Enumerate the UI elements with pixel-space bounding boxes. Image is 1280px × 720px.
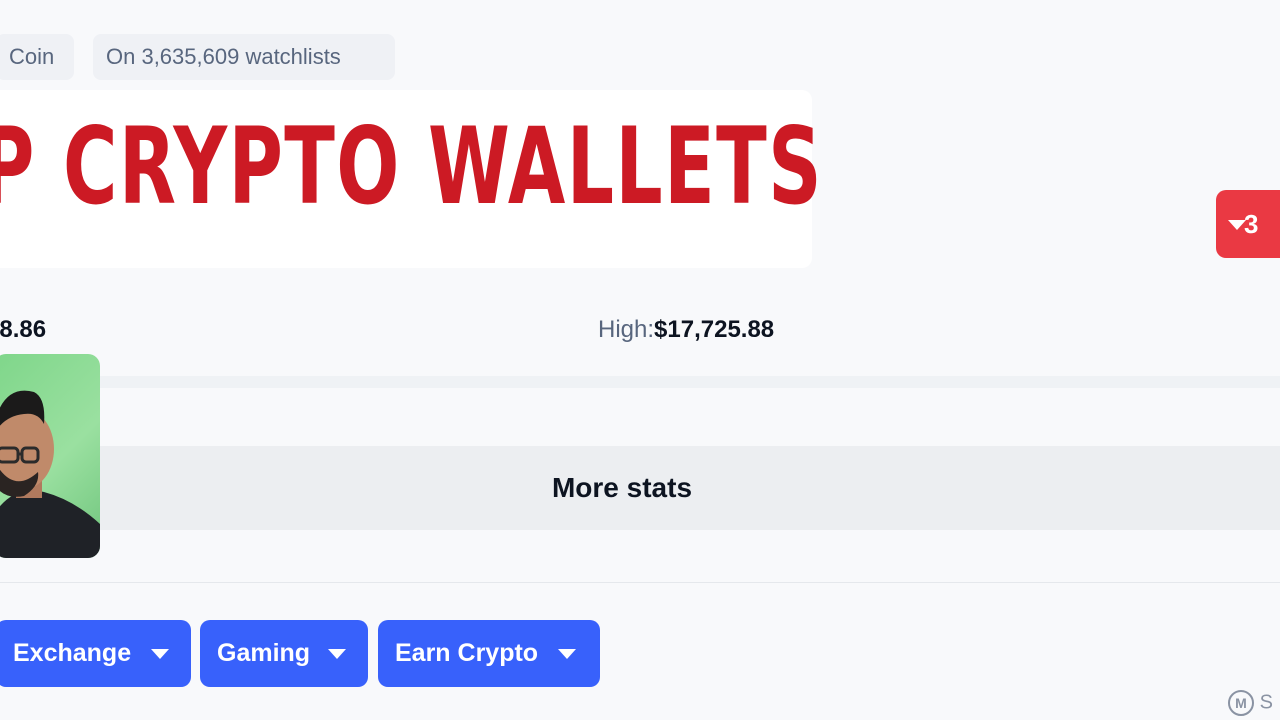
presenter-image xyxy=(0,390,100,558)
high-price-label: High: xyxy=(598,316,655,343)
webcam-overlay xyxy=(0,354,100,558)
chevron-down-icon xyxy=(151,649,169,659)
category-gaming-label: Gaming xyxy=(217,639,311,667)
category-earn-crypto-label: Earn Crypto xyxy=(395,639,539,667)
category-exchange-label: Exchange xyxy=(13,639,132,667)
video-title-text: P CRYPTO WALLETS xyxy=(0,105,824,228)
more-stats-button[interactable]: More stats xyxy=(0,446,1280,530)
watermark-text: S xyxy=(1259,691,1273,714)
price-change-badge: 3 xyxy=(1216,190,1280,258)
high-price-value: $17,725.88 xyxy=(654,316,775,343)
coin-type-tag: Coin xyxy=(0,34,74,80)
category-gaming-button[interactable]: Gaming xyxy=(200,620,368,687)
category-earn-crypto-button[interactable]: Earn Crypto xyxy=(378,620,600,687)
coin-detail-page: Coin On 3,635,609 watchlists P CRYPTO WA… xyxy=(0,0,1280,720)
category-exchange-button[interactable]: Exchange xyxy=(0,620,191,687)
price-range-track xyxy=(0,376,1280,388)
channel-watermark: M S xyxy=(1228,690,1280,720)
high-price: High:$17,725.88 xyxy=(598,316,774,344)
caret-down-icon xyxy=(1228,220,1246,230)
chevron-down-icon xyxy=(328,649,346,659)
section-divider xyxy=(0,582,1280,583)
price-change-value: 3 xyxy=(1244,209,1259,239)
coinmarketcap-logo-icon: M xyxy=(1228,690,1254,716)
more-stats-label: More stats xyxy=(551,472,693,503)
low-price-value: 28.86 xyxy=(0,316,47,343)
chevron-down-icon xyxy=(558,649,576,659)
watchlist-count-tag: On 3,635,609 watchlists xyxy=(93,34,395,80)
